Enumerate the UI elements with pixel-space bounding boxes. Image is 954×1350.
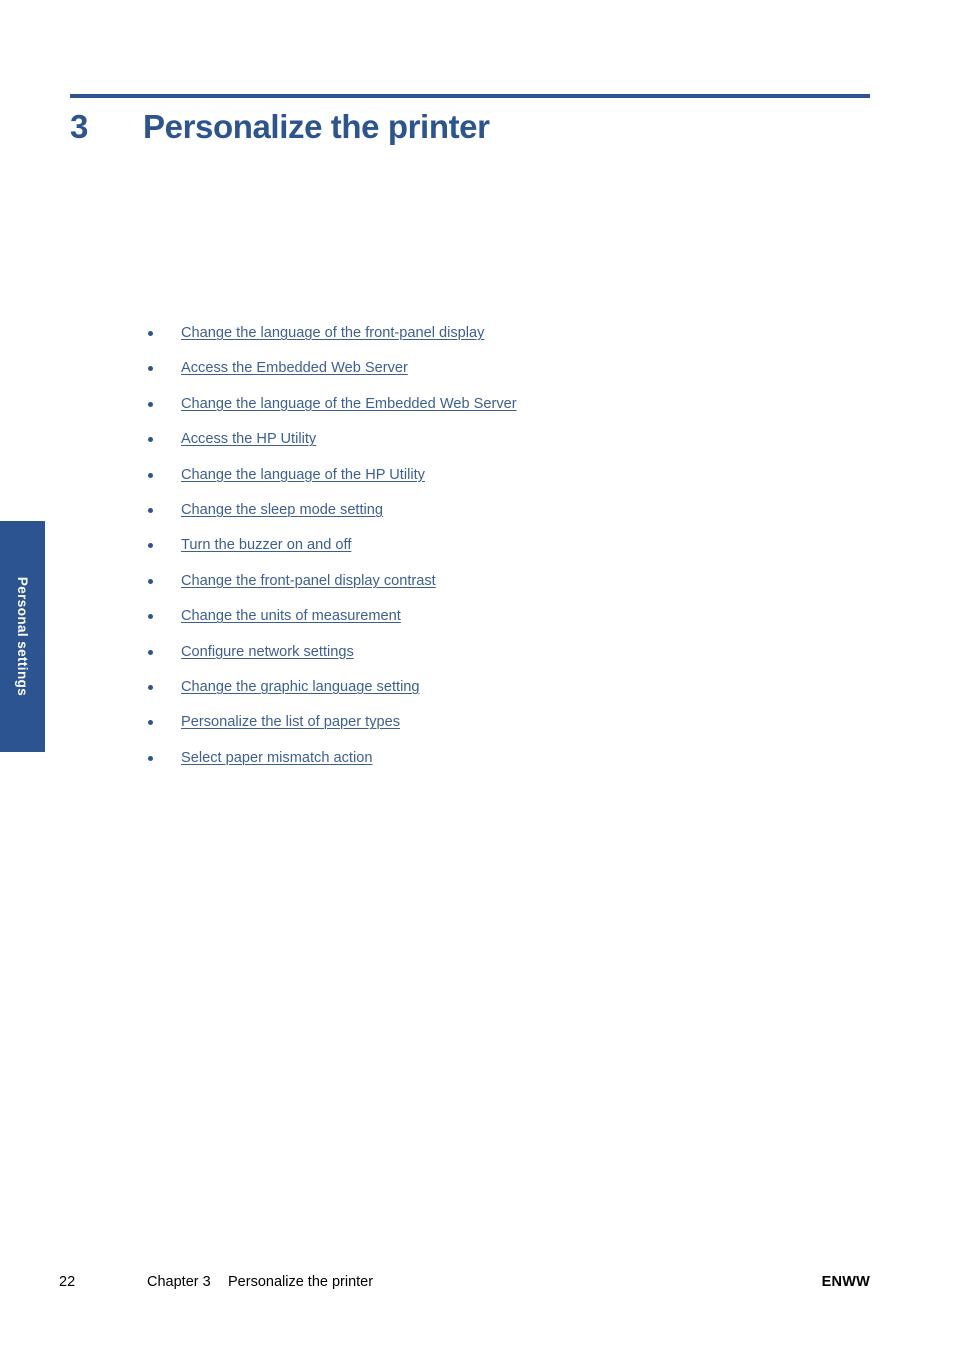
side-tab-label: Personal settings xyxy=(15,576,30,697)
document-page: 3 Personalize the printer Personal setti… xyxy=(0,0,954,1350)
chapter-number: 3 xyxy=(70,108,89,145)
bullet-icon xyxy=(148,507,153,513)
list-item: Change the graphic language setting xyxy=(140,676,780,711)
footer-locale: ENWW xyxy=(821,1274,870,1290)
bullet-icon xyxy=(148,578,153,584)
bullet-icon xyxy=(148,720,153,726)
bullet-icon xyxy=(148,614,153,620)
chapter-link[interactable]: Change the language of the HP Utility xyxy=(181,464,425,486)
list-item: Access the Embedded Web Server xyxy=(140,357,780,392)
chapter-link[interactable]: Turn the buzzer on and off xyxy=(181,534,351,556)
list-item: Select paper mismatch action xyxy=(140,747,780,782)
page-footer: 22 Chapter 3 Personalize the printer ENW… xyxy=(0,1271,954,1295)
bullet-icon xyxy=(148,755,153,761)
list-item: Configure network settings xyxy=(140,641,780,676)
list-item: Change the language of the Embedded Web … xyxy=(140,393,780,428)
bullet-icon xyxy=(148,437,153,443)
list-item: Change the front-panel display contrast xyxy=(140,570,780,605)
bullet-icon xyxy=(148,366,153,372)
chapter-link[interactable]: Change the units of measurement xyxy=(181,605,401,627)
side-tab: Personal settings xyxy=(0,521,45,752)
list-item: Access the HP Utility xyxy=(140,428,780,463)
list-item: Personalize the list of paper types xyxy=(140,711,780,746)
list-item: Change the sleep mode setting xyxy=(140,499,780,534)
bullet-icon xyxy=(148,401,153,407)
bullet-icon xyxy=(148,543,153,549)
chapter-title: Personalize the printer xyxy=(143,108,490,145)
bullet-icon xyxy=(148,684,153,690)
chapter-link[interactable]: Personalize the list of paper types xyxy=(181,711,400,733)
chapter-link[interactable]: Change the sleep mode setting xyxy=(181,499,383,521)
chapter-link[interactable]: Change the front-panel display contrast xyxy=(181,570,436,592)
heading-rule xyxy=(70,94,870,98)
chapter-link[interactable]: Configure network settings xyxy=(181,641,354,663)
bullet-icon xyxy=(148,649,153,655)
chapter-link[interactable]: Change the language of the Embedded Web … xyxy=(181,393,517,415)
list-item: Change the language of the HP Utility xyxy=(140,464,780,499)
chapter-link-list: Change the language of the front-panel d… xyxy=(140,322,780,782)
chapter-link[interactable]: Change the language of the front-panel d… xyxy=(181,322,484,344)
bullet-icon xyxy=(148,331,153,336)
chapter-link[interactable]: Access the HP Utility xyxy=(181,428,316,450)
bullet-icon xyxy=(148,472,153,478)
list-item: Change the units of measurement xyxy=(140,605,780,640)
list-item: Turn the buzzer on and off xyxy=(140,534,780,569)
page-title: 3 Personalize the printer xyxy=(70,104,870,156)
chapter-link[interactable]: Change the graphic language setting xyxy=(181,676,420,698)
list-item: Change the language of the front-panel d… xyxy=(140,322,780,357)
chapter-link[interactable]: Select paper mismatch action xyxy=(181,747,372,769)
chapter-link[interactable]: Access the Embedded Web Server xyxy=(181,357,408,379)
